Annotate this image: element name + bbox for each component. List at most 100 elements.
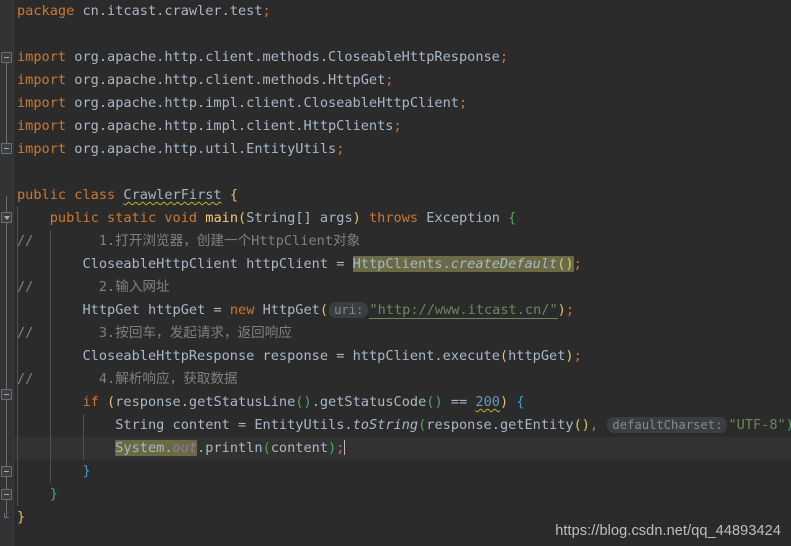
import-semicolon: ;	[499, 49, 509, 65]
fold-collapse-imports-end-icon[interactable]	[1, 143, 12, 154]
method-execute: execute	[442, 348, 500, 364]
occurrence-highlight-httpclients: HttpClients.createDefault()	[352, 256, 574, 272]
code-line-httpget[interactable]: HttpGet httpGet = new HttpGet(uri: "http:…	[14, 299, 791, 322]
param-hint-uri: uri:	[329, 302, 369, 318]
keyword-if: if	[82, 394, 108, 410]
method-createdefault: createDefault	[450, 256, 558, 272]
code-content[interactable]: package cn.itcast.crawler.test; import o…	[14, 0, 791, 546]
import-semicolon: ;	[458, 95, 468, 111]
package-name: cn.itcast.crawler.test	[74, 3, 263, 19]
indent-guide	[17, 483, 18, 506]
keyword-import: import	[17, 72, 67, 88]
code-line-comment-1[interactable]: // 1.打开浏览器，创建一个HttpClient对象	[14, 230, 791, 253]
code-line-comment-4[interactable]: // 4.解析响应，获取数据	[14, 368, 791, 391]
import-path: org.apache.http.impl.client.HttpClients	[66, 118, 394, 134]
editor-gutter[interactable]	[0, 0, 14, 546]
code-line-blank-1[interactable]	[14, 23, 791, 46]
code-line-import-2[interactable]: import org.apache.http.impl.client.Close…	[14, 92, 791, 115]
comment-text: 3.按回车，发起请求，返回响应	[98, 325, 292, 341]
argument-content: content	[270, 440, 329, 456]
code-line-close-method[interactable]: }	[14, 483, 791, 506]
method-paren-open: (	[238, 210, 247, 226]
var-type-closeablehttpclient: CloseableHttpClient	[82, 256, 238, 272]
keyword-public: public	[49, 210, 99, 226]
indent-guide	[17, 437, 18, 460]
call-paren-open: (	[499, 348, 509, 364]
code-line-method-decl[interactable]: public static void main(String[] args) t…	[14, 207, 791, 230]
code-line-package[interactable]: package cn.itcast.crawler.test;	[14, 0, 791, 23]
code-line-comment-3[interactable]: // 3.按回车，发起请求，返回响应	[14, 322, 791, 345]
field-out: out	[172, 440, 198, 456]
arg-receiver-response: response	[426, 417, 492, 433]
argument-httpget: httpGet	[508, 348, 566, 364]
receiver-response: response	[115, 394, 181, 410]
var-name-httpclient: httpClient	[237, 256, 337, 272]
code-line-import-4[interactable]: import org.apache.http.util.EntityUtils;	[14, 138, 791, 161]
method-name-main: main	[205, 210, 239, 226]
occurrence-highlight-system-out: System.out	[115, 440, 198, 456]
equality-operator: ==	[442, 394, 476, 410]
method-close-brace: }	[49, 486, 58, 502]
keyword-new: new	[229, 302, 255, 318]
indent-guide	[17, 460, 18, 483]
code-line-import-3[interactable]: import org.apache.http.impl.client.HttpC…	[14, 115, 791, 138]
call-parens: ()	[426, 394, 443, 410]
if-close-brace: }	[82, 463, 91, 479]
code-line-tostring[interactable]: String content = EntityUtils.toString(re…	[14, 414, 791, 437]
number-literal-200: 200	[475, 394, 500, 410]
string-url[interactable]: "http://www.itcast.cn/"	[369, 302, 558, 319]
code-line-execute[interactable]: CloseableHttpResponse response = httpCli…	[14, 345, 791, 368]
call-parens: ()	[295, 394, 312, 410]
keyword-import: import	[17, 118, 67, 134]
indent-guide	[50, 253, 51, 276]
code-line-import-0[interactable]: import org.apache.http.client.methods.Cl…	[14, 46, 791, 69]
var-name-response: response	[254, 348, 337, 364]
receiver-httpclient: httpClient	[352, 348, 435, 364]
indent-guide	[50, 460, 51, 483]
import-semicolon: ;	[385, 72, 394, 88]
indent-guide	[17, 299, 18, 322]
fold-collapse-method-end-icon[interactable]	[1, 466, 12, 477]
fold-collapse-imports-start-icon[interactable]	[1, 52, 12, 63]
call-parens: ()	[557, 256, 574, 272]
assign-operator: =	[213, 302, 230, 318]
keyword-throws: throws	[369, 210, 419, 226]
package-semicolon: ;	[262, 3, 271, 19]
call-paren-close: )	[565, 348, 574, 364]
assign-operator: =	[336, 256, 353, 272]
indent-guide	[50, 345, 51, 368]
indent-guide	[50, 276, 51, 299]
dot: .	[434, 348, 443, 364]
code-line-comment-2[interactable]: // 2.输入网址	[14, 276, 791, 299]
import-path: org.apache.http.client.methods.Closeable…	[66, 49, 500, 65]
fold-collapse-if-icon[interactable]	[1, 389, 12, 400]
comment-slashes: //	[17, 233, 34, 249]
code-line-close-if[interactable]: }	[14, 460, 791, 483]
code-line-if[interactable]: if (response.getStatusLine().getStatusCo…	[14, 391, 791, 414]
code-line-httpclient[interactable]: CloseableHttpClient httpClient = HttpCli…	[14, 253, 791, 276]
keyword-static: static	[107, 210, 157, 226]
comment-slashes: //	[17, 279, 34, 295]
indent-guide	[50, 368, 51, 391]
if-open-brace: {	[508, 394, 525, 410]
fold-spine-method	[6, 222, 7, 494]
class-system: System	[115, 440, 165, 456]
exception-type: Exception	[418, 210, 509, 226]
class-entityutils: EntityUtils	[254, 417, 345, 433]
import-semicolon: ;	[393, 118, 402, 134]
code-line-import-1[interactable]: import org.apache.http.client.methods.Ht…	[14, 69, 791, 92]
code-line-println[interactable]: System.out. println(content);	[14, 437, 791, 460]
keyword-import: import	[17, 141, 67, 157]
call-paren-close: )	[786, 417, 791, 433]
indent-guide	[17, 414, 18, 437]
import-path: org.apache.http.impl.client.CloseableHtt…	[66, 95, 459, 111]
code-line-class-decl[interactable]: public class CrawlerFirst {	[14, 184, 791, 207]
fold-collapse-class-end-icon[interactable]	[1, 489, 12, 500]
indent-guide	[17, 391, 18, 414]
code-editor[interactable]: package cn.itcast.crawler.test; import o…	[0, 0, 791, 546]
method-getstatuscode: getStatusCode	[319, 394, 427, 410]
method-open-brace: {	[508, 210, 517, 226]
method-tostring: toString	[352, 417, 419, 433]
method-println: println	[205, 440, 263, 456]
code-line-blank-2[interactable]	[14, 161, 791, 184]
